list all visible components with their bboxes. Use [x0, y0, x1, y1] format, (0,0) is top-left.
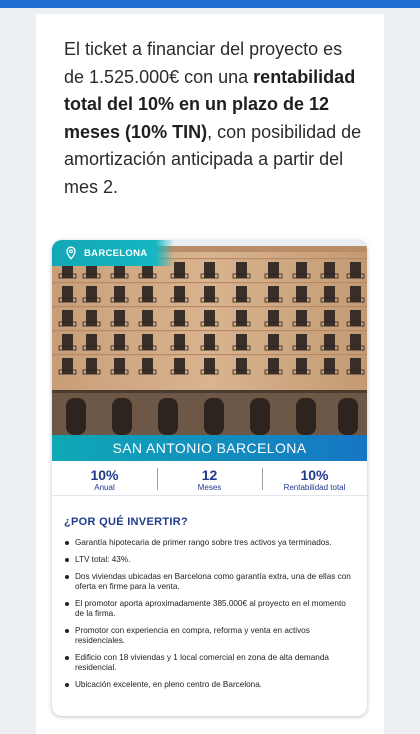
stat-annual-return: 10% Anual — [52, 461, 157, 495]
list-item: El promotor aporta aproximadamente 385.0… — [64, 599, 354, 619]
stat-label: Anual — [94, 483, 115, 492]
building-facade-image — [52, 240, 367, 435]
stat-value: 10% — [300, 467, 329, 483]
stat-label: Meses — [197, 483, 222, 492]
project-photo: BARCELONA — [52, 240, 367, 435]
list-item: Dos viviendas ubicadas en Barcelona como… — [64, 572, 354, 592]
stat-total-return: 10% Rentabilidad total — [262, 461, 367, 495]
list-item: LTV total: 43%. — [64, 555, 354, 565]
why-invest-list: Garantía hipotecaria de primer rango sob… — [64, 538, 354, 697]
project-stats: 10% Anual 12 Meses 10% Rentabilidad tota… — [52, 461, 367, 496]
list-item: Garantía hipotecaria de primer rango sob… — [64, 538, 354, 548]
project-name-bar: SAN ANTONIO BARCELONA — [52, 435, 367, 461]
intro-paragraph: El ticket a financiar del proyecto es de… — [64, 36, 364, 201]
stat-value: 12 — [201, 467, 218, 483]
location-badge: BARCELONA — [52, 240, 174, 266]
stat-term-months: 12 Meses — [157, 461, 262, 495]
top-header-strip — [0, 0, 420, 8]
why-invest-title: ¿POR QUÉ INVERTIR? — [64, 516, 188, 528]
project-name: SAN ANTONIO BARCELONA — [112, 440, 307, 456]
list-item: Edificio con 18 viviendas y 1 local come… — [64, 653, 354, 673]
stat-value: 10% — [90, 467, 119, 483]
map-pin-icon — [66, 246, 76, 260]
stat-label: Rentabilidad total — [283, 483, 346, 492]
location-label: BARCELONA — [84, 247, 148, 259]
list-item: Promotor con experiencia en compra, refo… — [64, 626, 354, 646]
project-card[interactable]: BARCELONA SAN ANTONIO BARCELONA 10% Anua… — [52, 240, 367, 716]
list-item: Ubicación excelente, en pleno centro de … — [64, 680, 354, 690]
